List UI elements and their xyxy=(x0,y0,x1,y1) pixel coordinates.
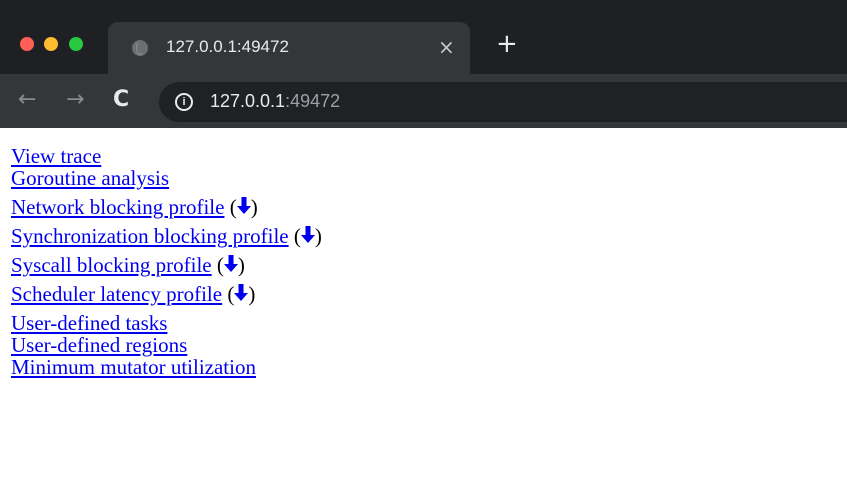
nav-link[interactable]: Synchronization blocking profile xyxy=(11,224,289,248)
nav-link[interactable]: Minimum mutator utilization xyxy=(11,355,256,379)
paren-open: ( xyxy=(227,282,235,306)
link-row: Network blocking profile () xyxy=(11,196,322,218)
tab-title: 127.0.0.1:49472 xyxy=(166,37,289,56)
url-text[interactable]: 127.0.0.1:49472 xyxy=(210,91,340,112)
paren-open: ( xyxy=(216,253,224,277)
paren-close: ) xyxy=(314,224,322,248)
download-arrow-icon[interactable] xyxy=(234,283,249,303)
link-row: Goroutine analysis xyxy=(11,167,322,189)
nav-link[interactable]: User-defined regions xyxy=(11,333,187,357)
link-row: User-defined tasks xyxy=(11,312,322,334)
link-row: Scheduler latency profile () xyxy=(11,283,322,305)
link-row: Syscall blocking profile () xyxy=(11,254,322,276)
link-row: Synchronization blocking profile () xyxy=(11,225,322,247)
globe-icon xyxy=(132,40,148,56)
url-port: :49472 xyxy=(285,91,341,111)
browser-tabstrip: 127.0.0.1:49472 × + xyxy=(0,0,847,84)
paren-close: ) xyxy=(250,195,258,219)
nav-link[interactable]: Network blocking profile xyxy=(11,195,224,219)
close-window-button[interactable] xyxy=(20,37,34,51)
close-tab-icon[interactable]: × xyxy=(438,35,455,59)
paren-open: ( xyxy=(229,195,237,219)
nav-link[interactable]: User-defined tasks xyxy=(11,311,167,335)
download-arrow-icon[interactable] xyxy=(236,196,251,216)
reload-icon[interactable]: C xyxy=(113,87,129,113)
browser-tab[interactable]: 127.0.0.1:49472 × xyxy=(108,22,470,74)
minimize-window-button[interactable] xyxy=(44,37,58,51)
address-bar[interactable]: i 127.0.0.1:49472 xyxy=(159,82,847,122)
page-content: View trace Goroutine analysis Network bloc… xyxy=(11,145,322,378)
download-arrow-icon[interactable] xyxy=(223,254,238,274)
forward-icon[interactable]: → xyxy=(66,87,84,113)
link-row: View trace xyxy=(11,145,322,167)
paren-close: ) xyxy=(237,253,245,277)
paren-open: ( xyxy=(293,224,301,248)
paren-close: ) xyxy=(248,282,256,306)
nav-link[interactable]: Scheduler latency profile xyxy=(11,282,222,306)
url-host: 127.0.0.1 xyxy=(210,91,286,111)
new-tab-button[interactable]: + xyxy=(496,29,518,59)
nav-link[interactable]: Goroutine analysis xyxy=(11,166,169,190)
browser-toolbar: ← → C i 127.0.0.1:49472 xyxy=(0,74,847,128)
link-row: User-defined regions xyxy=(11,334,322,356)
back-icon[interactable]: ← xyxy=(18,87,36,113)
download-arrow-icon[interactable] xyxy=(300,225,315,245)
nav-link[interactable]: View trace xyxy=(11,144,101,168)
maximize-window-button[interactable] xyxy=(69,37,83,51)
link-row: Minimum mutator utilization xyxy=(11,356,322,378)
nav-link[interactable]: Syscall blocking profile xyxy=(11,253,212,277)
info-icon[interactable]: i xyxy=(175,93,193,111)
